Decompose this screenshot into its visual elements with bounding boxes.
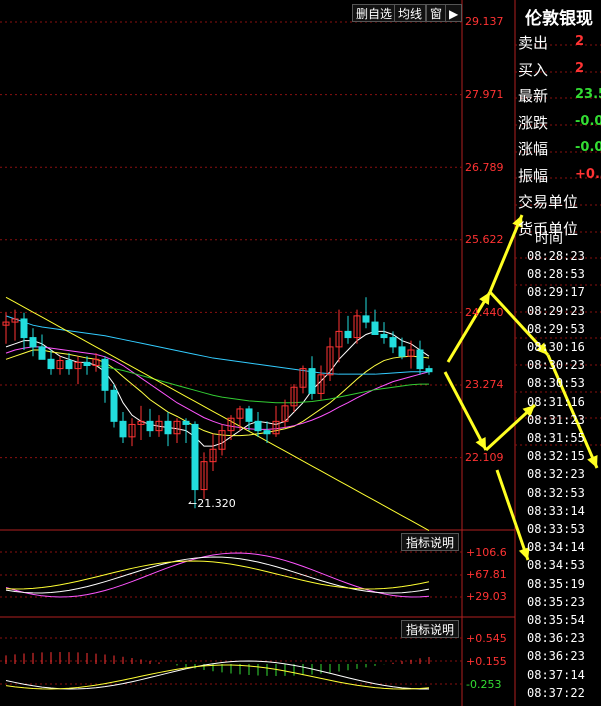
price-tick-label: 24.440 xyxy=(465,306,504,319)
quote-row-value: 2 xyxy=(575,60,585,76)
candle-body xyxy=(83,361,91,367)
tick-time: 08:34:14 xyxy=(527,540,585,555)
quote-row-label: 交易单位 xyxy=(518,193,579,211)
tick-time: 08:30:53 xyxy=(527,376,585,391)
indicator-label: +106.6 xyxy=(466,546,507,559)
expand-arrow-icon[interactable]: ▶ xyxy=(445,4,463,22)
tick-time: 08:34:53 xyxy=(527,558,585,573)
candle-body xyxy=(47,358,55,370)
quote-row-label: 最新 xyxy=(518,87,549,105)
candle-body xyxy=(362,315,370,323)
quote-row-value: 2 xyxy=(575,34,585,49)
ma-series-line xyxy=(5,330,430,447)
min-price-label: ↼21.320 xyxy=(188,497,236,510)
indicator-label: +29.03 xyxy=(466,590,507,603)
moving-average-button[interactable]: 均线 xyxy=(394,4,427,22)
candle-body xyxy=(164,420,172,435)
indicator-label: +0.155 xyxy=(466,655,507,668)
quote-row-label: 振幅 xyxy=(518,166,549,185)
quote-row-label: 涨跌 xyxy=(518,113,549,132)
candle-body xyxy=(29,337,37,348)
candle-body xyxy=(110,389,118,422)
price-tick-label: 26.789 xyxy=(465,161,504,174)
tick-time: 08:36:23 xyxy=(527,649,585,664)
annotation-arrow xyxy=(446,291,492,363)
candle-body xyxy=(119,420,127,438)
candle-body xyxy=(371,321,379,335)
tick-time: 08:29:23 xyxy=(527,303,585,318)
candle-body xyxy=(146,420,154,432)
tick-time: 08:35:54 xyxy=(527,613,585,627)
remove-favorite-button[interactable]: 删自选 xyxy=(352,4,397,22)
tick-time: 08:28:53 xyxy=(527,267,585,282)
indicator-info-button[interactable]: 指标说明 xyxy=(401,533,459,551)
candle-body xyxy=(380,333,388,339)
candle-body xyxy=(425,368,433,373)
time-header: 时间 xyxy=(535,231,563,247)
tick-time: 08:30:23 xyxy=(527,358,585,373)
macd-line xyxy=(5,664,430,690)
instrument-title: 伦敦银现 xyxy=(525,9,593,29)
window-button[interactable]: 窗 xyxy=(426,4,447,22)
tick-time: 08:31:23 xyxy=(527,412,585,427)
price-tick-label: 23.274 xyxy=(465,378,504,391)
candle-body xyxy=(254,420,262,432)
tick-time: 08:33:14 xyxy=(527,503,585,518)
tick-time: 08:37:22 xyxy=(527,685,585,700)
indicator-label: +67.81 xyxy=(466,568,507,581)
tick-time: 08:35:23 xyxy=(527,594,585,609)
tick-time: 08:36:23 xyxy=(527,631,585,646)
candle-body xyxy=(182,420,190,425)
quote-row-label: 买入 xyxy=(518,60,549,79)
candle-body xyxy=(245,408,253,422)
tick-time: 08:37:14 xyxy=(527,667,585,682)
candle-body xyxy=(389,337,397,348)
ma-series-line xyxy=(95,365,429,404)
quote-row-label: 卖出 xyxy=(518,34,549,52)
candle-body xyxy=(308,368,316,394)
candlestick-chart xyxy=(0,0,601,706)
tick-time: 08:28:23 xyxy=(527,249,585,263)
candle-body xyxy=(344,330,352,339)
tick-time: 08:29:53 xyxy=(527,321,585,336)
candle-body xyxy=(101,358,109,391)
tick-time: 08:32:15 xyxy=(527,449,585,464)
tick-time: 08:31:55 xyxy=(527,431,585,445)
tick-time: 08:35:19 xyxy=(527,576,585,591)
indicator-info-button[interactable]: 指标说明 xyxy=(401,620,459,638)
tick-time: 08:32:53 xyxy=(527,485,585,500)
quote-row-label: 涨幅 xyxy=(518,140,549,158)
candle-body xyxy=(38,346,46,360)
ma-series-line xyxy=(5,296,430,531)
quote-row-value: -0.0 xyxy=(575,113,601,129)
candle-body xyxy=(263,430,271,435)
price-tick-label: 22.109 xyxy=(465,451,504,464)
indicator-label: -0.253 xyxy=(466,678,502,691)
indicator-label: +0.545 xyxy=(466,632,507,645)
tick-time: 08:32:23 xyxy=(527,467,585,482)
candle-body xyxy=(398,346,406,357)
tick-time: 08:29:17 xyxy=(527,285,585,300)
price-tick-label: 29.137 xyxy=(465,15,504,28)
tick-time: 08:33:53 xyxy=(527,522,585,536)
quote-row-value: -0.0 xyxy=(575,140,601,155)
quote-row-value: 23.5 xyxy=(575,87,601,102)
price-tick-label: 27.971 xyxy=(465,88,504,101)
tick-time: 08:31:16 xyxy=(527,394,585,409)
tick-time: 08:30:16 xyxy=(527,340,585,354)
candle-body xyxy=(65,360,73,370)
candle-body xyxy=(20,318,28,339)
quote-row-value: +0.3 xyxy=(575,166,601,182)
price-tick-label: 25.622 xyxy=(465,233,504,246)
candle-body xyxy=(191,423,199,491)
candle-body xyxy=(416,349,424,370)
